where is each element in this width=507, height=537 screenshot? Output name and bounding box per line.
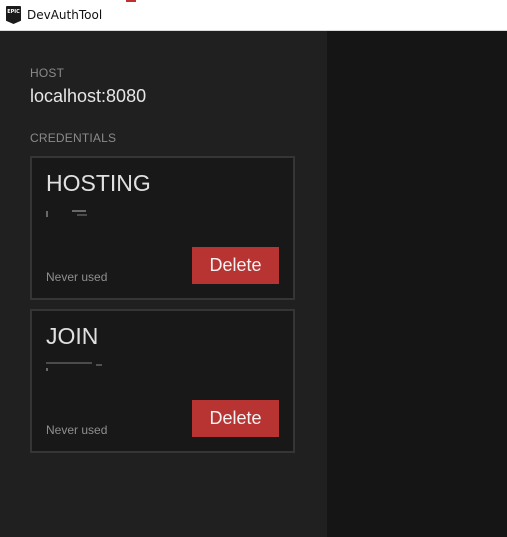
credential-card-join: JOIN Never used Delete xyxy=(30,309,295,453)
credential-name: JOIN xyxy=(46,323,99,349)
credential-status: Never used xyxy=(46,270,108,284)
credential-name: HOSTING xyxy=(46,170,151,196)
credentials-label: CREDENTIALS xyxy=(30,131,117,145)
credential-detail-redacted xyxy=(46,358,116,372)
host-label: HOST xyxy=(30,66,65,80)
epic-games-icon: EPIC xyxy=(6,6,21,24)
main-panel xyxy=(327,31,507,537)
window-title: DevAuthTool xyxy=(27,8,103,22)
credential-status: Never used xyxy=(46,423,108,437)
delete-button[interactable]: Delete xyxy=(192,400,279,437)
host-value: localhost:8080 xyxy=(30,86,147,106)
title-accent-mark xyxy=(126,0,136,2)
credential-detail-redacted xyxy=(46,205,116,219)
window-titlebar: EPIC DevAuthTool xyxy=(0,0,507,31)
credential-card-hosting: HOSTING Never used Delete xyxy=(30,156,295,300)
delete-button[interactable]: Delete xyxy=(192,247,279,284)
